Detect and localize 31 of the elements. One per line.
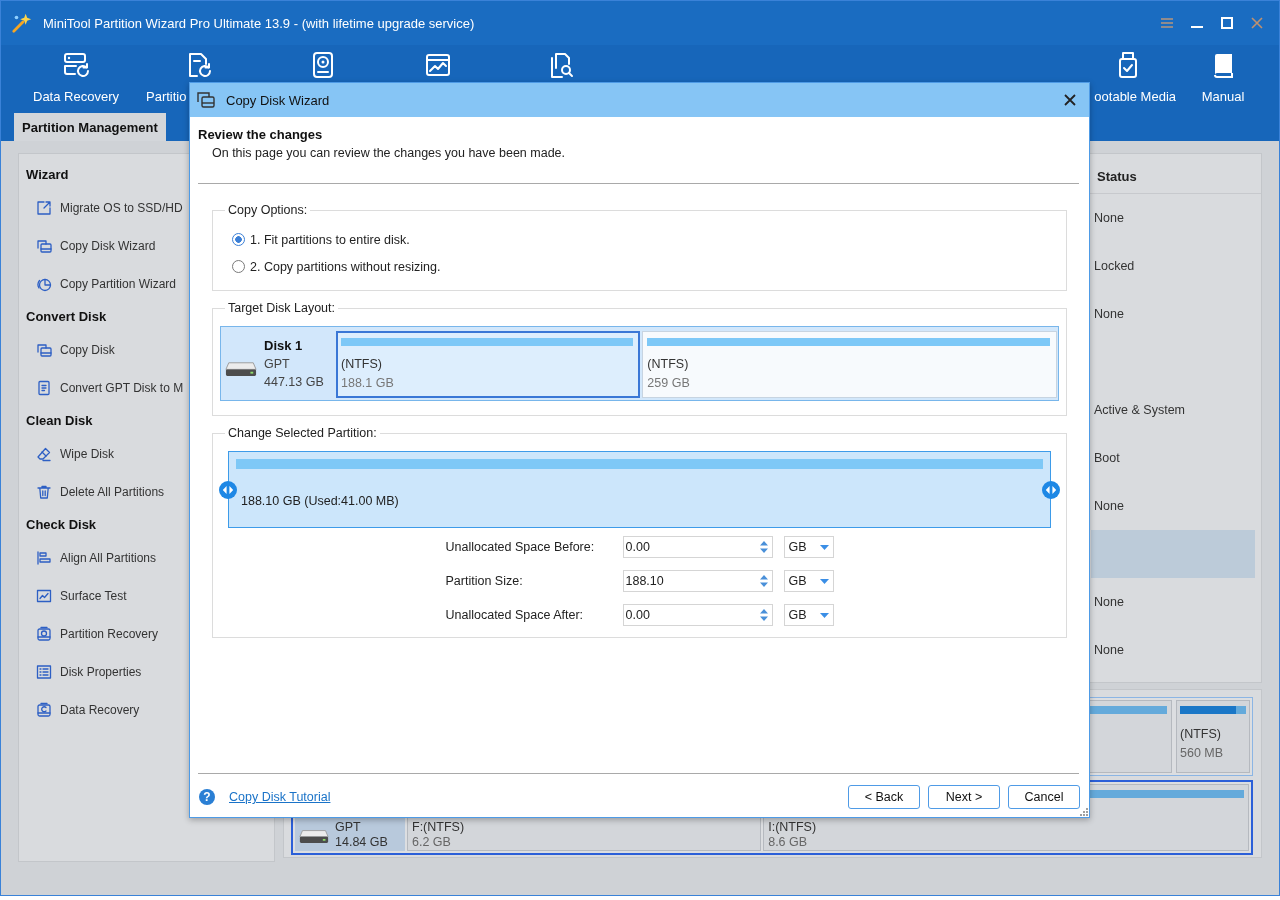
dialog-title: Copy Disk Wizard <box>226 92 330 108</box>
window-title: MiniTool Partition Wizard Pro Ultimate 13.9 - (with lifetime upgrade service) <box>43 15 475 31</box>
section-title: Check Disk <box>26 516 97 534</box>
group-title: Copy Options: <box>227 202 309 218</box>
disk-type: GPT <box>264 355 290 373</box>
partition-label: (NTFS) <box>647 356 689 373</box>
field-label: Unallocated Space After: <box>445 608 585 622</box>
partition-size: 8.6 GB <box>768 835 808 850</box>
disk-capacity: 14.84 GB <box>335 835 388 850</box>
disk-capacity: 447.13 GB <box>264 373 324 391</box>
section-title: Convert Disk <box>26 308 107 326</box>
group-title: Change Selected Partition: <box>227 425 378 441</box>
group-title: Target Disk Layout: <box>227 300 336 316</box>
partition-label: F:(NTFS) <box>412 820 465 835</box>
partition-size: 6.2 GB <box>412 835 451 850</box>
section-title: Clean Disk <box>26 412 93 430</box>
partition-label: I:(NTFS) <box>768 820 817 835</box>
partition-size: 188.1 GB <box>341 375 394 392</box>
partition-size: 259 GB <box>647 375 690 392</box>
page-description: On this page you can review the changes you have been made. <box>211 145 566 162</box>
page-heading: Review the changes <box>198 126 324 144</box>
partition-size: 560 MB <box>1180 745 1224 762</box>
disk-type: GPT <box>335 820 361 835</box>
partition-label: (NTFS) <box>1180 726 1221 743</box>
section-title: Wizard <box>26 166 69 184</box>
partition-label: (NTFS) <box>341 356 382 373</box>
column-header: Status <box>1096 168 1138 186</box>
disk-name: Disk 1 <box>264 336 303 355</box>
field-label: Unallocated Space Before: <box>445 540 596 554</box>
partition-summary: 188.10 GB (Used:41.00 MB) <box>241 493 399 510</box>
field-label: Partition Size: <box>445 574 524 588</box>
